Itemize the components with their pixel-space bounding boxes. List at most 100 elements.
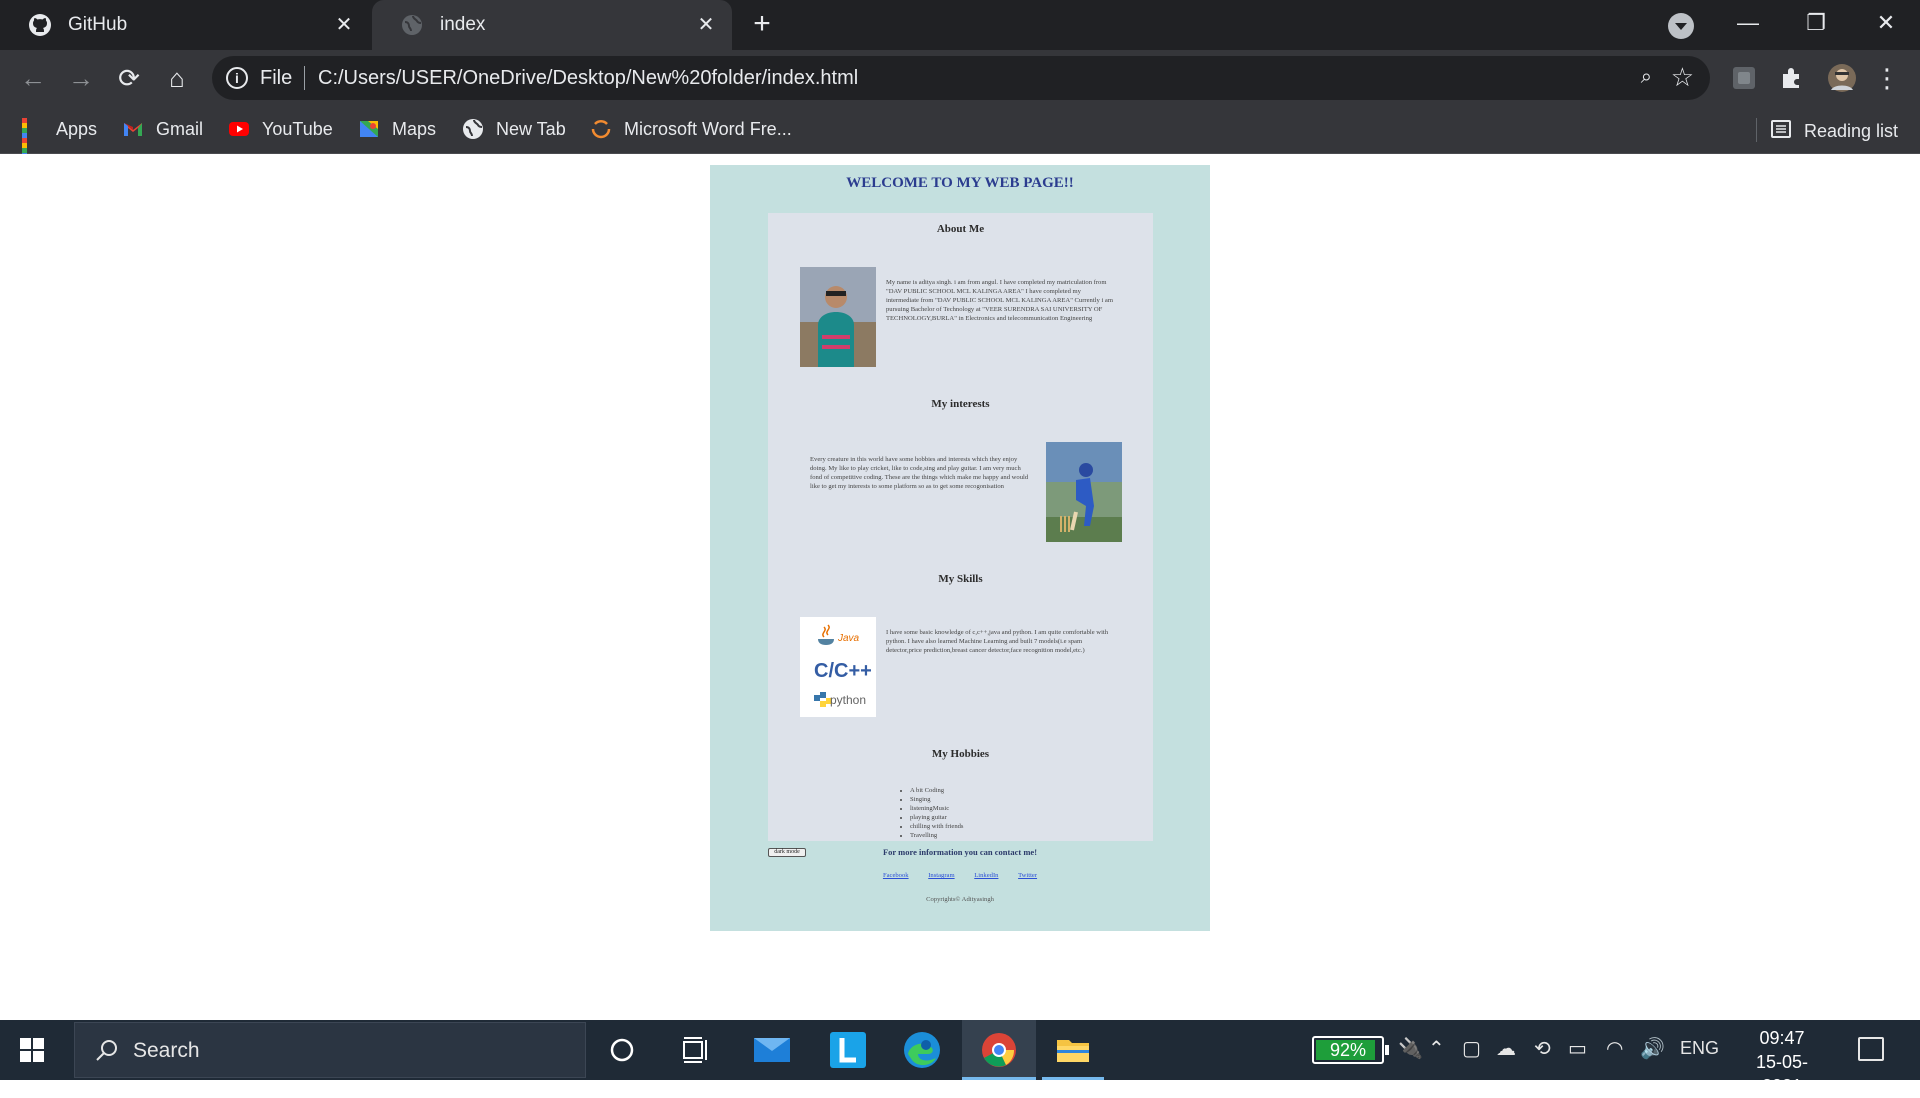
clock-date: 15-05-2021 — [1755, 1052, 1809, 1096]
bookmark-maps[interactable]: Maps — [358, 118, 436, 140]
l-app-icon[interactable] — [826, 1028, 870, 1072]
meet-icon[interactable]: ▢ — [1462, 1036, 1481, 1061]
close-icon[interactable]: ✕ — [694, 13, 718, 37]
back-arrow-icon[interactable]: ← — [18, 63, 48, 93]
hobbies-list: A bit Coding Singing listeningMusic play… — [900, 786, 963, 840]
chrome-taskbar-button[interactable] — [962, 1020, 1036, 1080]
forward-arrow-icon[interactable]: → — [66, 63, 96, 93]
system-clock[interactable]: 09:47 15-05-2021 — [1736, 1026, 1828, 1098]
windows-start-icon[interactable] — [20, 1038, 44, 1062]
python-logo-label: python — [830, 693, 866, 707]
taskbar-search-box[interactable]: Search — [74, 1022, 586, 1078]
social-links: Facebook Instagram LinkedIn Twitter — [710, 872, 1210, 879]
language-indicator[interactable]: ENG — [1680, 1038, 1719, 1059]
wifi-icon[interactable]: ◠ — [1606, 1036, 1623, 1061]
about-heading: About Me — [936, 223, 985, 235]
chevron-up-icon[interactable]: ⌃ — [1428, 1036, 1445, 1061]
site-container: WELCOME TO MY WEB PAGE!! About Me My nam… — [710, 165, 1210, 931]
notifications-icon[interactable] — [1858, 1037, 1884, 1061]
skills-text: I have some basic knowledge of c,c++,jav… — [886, 629, 1109, 654]
battery-percent: 92% — [1329, 1040, 1367, 1060]
home-icon[interactable]: ⌂ — [162, 63, 192, 93]
power-plug-icon[interactable]: 🔌 — [1398, 1036, 1423, 1061]
battery-cap — [1385, 1045, 1389, 1055]
cpp-logo-label: C/C++ — [814, 660, 872, 682]
info-icon[interactable]: i — [226, 67, 248, 89]
mail-icon[interactable] — [750, 1028, 794, 1072]
bookmark-apps[interactable]: Apps — [22, 118, 97, 163]
tab-github[interactable]: GitHub ✕ — [0, 0, 370, 50]
globe-icon — [462, 118, 484, 140]
content-panel: About Me My name is aditya singh. i am f… — [768, 213, 1153, 841]
bookmark-youtube[interactable]: YouTube — [228, 118, 333, 140]
url-text[interactable]: C:/Users/USER/OneDrive/Desktop/New%20fol… — [318, 67, 858, 90]
onedrive-icon[interactable]: ☁ — [1496, 1036, 1516, 1061]
browser-toolbar: ← → ⟳ ⌂ i File C:/Users/USER/OneDrive/De… — [0, 50, 1920, 106]
folder-icon — [1057, 1040, 1089, 1062]
about-text: My name is aditya singh. i am from angul… — [886, 279, 1113, 322]
reading-list-button[interactable]: Reading list — [1770, 118, 1898, 145]
cricket-photo — [1046, 442, 1122, 542]
apps-grid-icon — [22, 118, 44, 163]
list-item: A bit Coding — [910, 786, 963, 795]
tab-strip: GitHub ✕ index ✕ + — ❐ ✕ — [0, 0, 1920, 50]
windows-taskbar: Search 92% 🔌 ⌃ ▢ ☁ ⟲ ▭ ◠ 🔊 ENG 09:47 15-… — [0, 1020, 1920, 1096]
list-item: Singing — [910, 795, 963, 804]
hobbies-heading: My Hobbies — [931, 748, 990, 760]
list-item: Travelling — [910, 831, 963, 840]
restore-icon[interactable]: ❐ — [1796, 8, 1836, 38]
close-icon[interactable]: ✕ — [332, 13, 356, 37]
divider — [1756, 118, 1757, 142]
java-logo-label: Java — [837, 633, 860, 644]
tab-search-icon[interactable] — [1668, 13, 1694, 39]
scheme-label: File — [260, 67, 293, 89]
avatar[interactable] — [1826, 64, 1856, 92]
instagram-link[interactable]: Instagram — [928, 872, 954, 879]
bookmark-gmail[interactable]: Gmail — [122, 118, 203, 140]
list-item: chilling with friends — [910, 822, 963, 831]
page-title: WELCOME TO MY WEB PAGE!! — [846, 175, 1074, 191]
file-explorer-button[interactable] — [1042, 1020, 1104, 1080]
chrome-icon — [982, 1033, 1016, 1067]
new-tab-icon[interactable]: + — [748, 9, 776, 39]
edge-icon[interactable] — [900, 1028, 944, 1072]
facebook-link[interactable]: Facebook — [883, 872, 909, 879]
extension-icon[interactable] — [1730, 64, 1758, 92]
page-viewport: WELCOME TO MY WEB PAGE!! About Me My nam… — [0, 154, 1920, 1020]
contact-heading: For more information you can contact me! — [882, 847, 1038, 857]
list-item: listeningMusic — [910, 804, 963, 813]
bookmark-new-tab[interactable]: New Tab — [462, 118, 566, 140]
divider — [304, 66, 305, 90]
profile-photo — [800, 267, 876, 367]
reload-icon[interactable]: ⟳ — [114, 63, 144, 93]
address-bar[interactable]: i File C:/Users/USER/OneDrive/Desktop/Ne… — [212, 56, 1710, 100]
window-close-icon[interactable]: ✕ — [1866, 8, 1906, 38]
bookmark-microsoft-word[interactable]: Microsoft Word Fre... — [590, 118, 792, 140]
minimize-icon[interactable]: — — [1728, 8, 1768, 38]
loading-icon — [590, 118, 612, 140]
more-menu-icon[interactable]: ⋮ — [1872, 63, 1902, 93]
youtube-icon — [228, 118, 250, 140]
search-icon — [96, 1040, 117, 1061]
puzzle-icon[interactable] — [1778, 64, 1806, 92]
interests-heading: My interests — [931, 398, 990, 410]
keyboard-icon[interactable]: ▭ — [1568, 1036, 1587, 1061]
zoom-icon[interactable]: ⌕ — [1641, 66, 1652, 89]
bookmark-star-icon[interactable]: ☆ — [1671, 62, 1694, 93]
battery-indicator[interactable]: 92% — [1312, 1036, 1384, 1064]
reading-list-icon — [1770, 118, 1792, 145]
bookmarks-bar: Apps Gmail YouTube Maps New Tab Microsof… — [0, 106, 1920, 163]
task-view-icon[interactable] — [674, 1028, 718, 1072]
github-icon — [28, 13, 52, 37]
sync-icon[interactable]: ⟲ — [1534, 1036, 1551, 1061]
skills-heading: My Skills — [938, 573, 983, 585]
interests-text: Every creature in this world have some h… — [810, 456, 1029, 490]
twitter-link[interactable]: Twitter — [1018, 872, 1037, 879]
tab-index[interactable]: index ✕ — [372, 0, 732, 50]
globe-icon — [400, 13, 424, 37]
list-item: playing guitar — [910, 813, 963, 822]
cortana-icon[interactable] — [600, 1028, 644, 1072]
volume-icon[interactable]: 🔊 — [1640, 1036, 1665, 1061]
linkedin-link[interactable]: LinkedIn — [974, 872, 998, 879]
skills-logo-image: Java C/C++ python — [800, 617, 876, 717]
